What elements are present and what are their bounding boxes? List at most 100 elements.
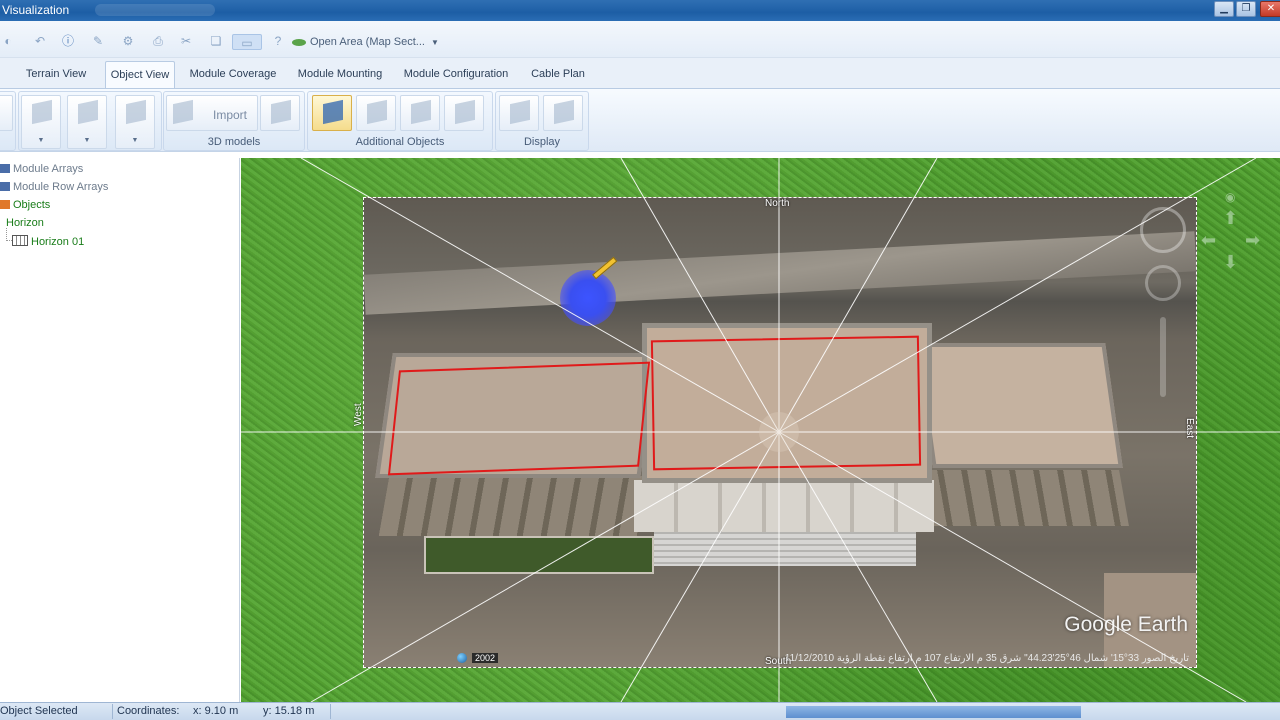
pan-left-icon[interactable]: ⬅ — [1201, 230, 1216, 251]
info-icon[interactable]: ⓘ — [60, 33, 76, 49]
title-bar: Visualization ▁ ❐ ✕ — [0, 0, 1280, 21]
panel-stack-icon — [367, 99, 387, 125]
tree-item-module-arrays[interactable]: Module Arrays — [0, 163, 83, 175]
open-area-label: Open Area (Map Sect... — [310, 36, 425, 48]
tree-item-label: Horizon 01 — [31, 236, 85, 248]
open-area-dropdown[interactable]: Open Area (Map Sect... ▼ — [292, 36, 439, 48]
group-label-3d-models: 3D models — [207, 136, 261, 148]
ribbon-tabs: Terrain View Object View Module Coverage… — [0, 58, 1280, 88]
tree-item-objects[interactable]: Objects — [0, 199, 50, 211]
viewport-pan-controls: ◉ ⬆ ⬅ ➡ ⬇ — [1201, 190, 1271, 280]
pan-right-icon[interactable]: ➡ — [1245, 230, 1260, 251]
module-icon — [126, 99, 146, 125]
selection-status: Object Selected — [0, 705, 78, 717]
tree-item-label: Module Arrays — [13, 163, 84, 175]
app-menu-icon[interactable]: ◐ — [0, 33, 16, 49]
wall-object-button[interactable]: ▼ — [67, 95, 107, 149]
module-object-button[interactable]: ▼ — [115, 95, 155, 149]
3d-model-icon — [271, 99, 291, 125]
close-icon: ✕ — [1266, 3, 1276, 14]
coordinate-x: x: 9.10 m — [193, 705, 239, 717]
ribbon-group-display: Display — [495, 91, 589, 151]
display-button-2[interactable] — [543, 95, 583, 131]
module-arrays-icon — [0, 164, 10, 173]
compass-east-label: East — [1184, 418, 1195, 439]
additional-object-button-3[interactable] — [400, 95, 440, 131]
tab-module-coverage[interactable]: Module Coverage — [188, 65, 278, 88]
quick-access-toolbar: ◐ ↶ ⓘ ✎ ⚙ ⎙ ✂ ❏ ▭ ? Open Area (Map Sect.… — [0, 21, 1280, 58]
map-leaf-icon — [292, 38, 306, 46]
tree-item-module-row-arrays[interactable]: Module Row Arrays — [0, 181, 108, 193]
view-toggle-button[interactable]: ▭ — [232, 34, 262, 50]
roof-object-button[interactable]: ▼ — [21, 95, 61, 149]
tab-cable-plan[interactable]: Cable Plan — [528, 65, 588, 88]
print-icon[interactable]: ⎙ — [150, 33, 166, 49]
tab-terrain-view[interactable]: Terrain View — [22, 65, 90, 88]
chevron-down-icon: ▼ — [431, 38, 439, 47]
close-button[interactable]: ✕ — [1260, 1, 1280, 17]
ribbon-button-partial[interactable] — [0, 95, 13, 131]
tab-object-view[interactable]: Object View — [105, 61, 175, 88]
import-icon — [173, 99, 193, 125]
group-label-display: Display — [523, 136, 561, 148]
panel-row-icon — [411, 99, 431, 125]
status-progress-area — [786, 706, 1081, 718]
roof-icon — [32, 99, 52, 125]
wall-icon — [78, 99, 98, 125]
ribbon-group-3d-models: Import 3D models — [163, 91, 305, 151]
coordinate-y: y: 15.18 m — [263, 705, 315, 717]
compass-south-label: South — [765, 656, 792, 667]
objects-icon — [0, 200, 10, 209]
horizon-01-icon — [12, 235, 28, 246]
help-icon[interactable]: ? — [270, 33, 286, 49]
maximize-icon: ❐ — [1241, 3, 1251, 14]
dropdown-arrow-icon: ▼ — [37, 137, 45, 144]
copy-icon[interactable]: ❏ — [208, 33, 224, 49]
undo-icon[interactable]: ↶ — [32, 33, 48, 49]
horizon-draw-button[interactable] — [312, 95, 352, 131]
ribbon: ▼ ▼ ▼ Import 3D models Additional Object… — [0, 88, 1280, 152]
pan-up-icon[interactable]: ⬆ — [1223, 208, 1238, 229]
reset-view-icon[interactable]: ◉ — [1225, 190, 1235, 204]
additional-object-button-4[interactable] — [444, 95, 484, 131]
import-label: Import — [213, 108, 248, 122]
settings-icon[interactable]: ⚙ — [120, 33, 136, 49]
paste-icon[interactable]: ✎ — [90, 33, 106, 49]
tools-icon[interactable]: ✂ — [178, 33, 194, 49]
ribbon-group-partial — [0, 91, 16, 151]
dropdown-arrow-icon: ▼ — [131, 137, 139, 144]
object-view-viewport[interactable]: Google Earth 2002 11/12/2010 تاريخ الصور… — [241, 158, 1280, 702]
horizon-spacer — [0, 218, 3, 227]
ribbon-group-additional-objects: Additional Objects — [307, 91, 493, 151]
additional-object-button-2[interactable] — [356, 95, 396, 131]
group-label-additional-objects: Additional Objects — [355, 136, 445, 148]
import-button[interactable]: Import — [166, 95, 258, 131]
coordinates-label: Coordinates: — [117, 705, 180, 717]
compass-west-label: West — [353, 403, 364, 426]
3d-model-button[interactable] — [260, 95, 300, 131]
module-row-arrays-icon — [0, 182, 10, 191]
display-panel-icon — [554, 99, 574, 125]
tree-item-horizon-01[interactable]: Horizon 01 — [12, 235, 84, 248]
display-3d-icon — [510, 99, 530, 125]
status-separator — [330, 704, 331, 719]
sun-ray-guides — [241, 158, 1280, 702]
window-title: Visualization — [2, 3, 70, 17]
tree-item-label: Module Row Arrays — [13, 181, 109, 193]
panel-field-icon — [455, 99, 475, 125]
minimize-icon: ▁ — [1220, 3, 1228, 14]
maximize-button[interactable]: ❐ — [1236, 1, 1256, 17]
horizon-draw-icon — [323, 99, 343, 125]
pan-down-icon[interactable]: ⬇ — [1223, 252, 1238, 273]
title-bar-blur — [95, 4, 215, 16]
object-tree: Module Arrays Module Row Arrays Objects … — [0, 158, 240, 702]
display-button-1[interactable] — [499, 95, 539, 131]
ribbon-group-objects: ▼ ▼ ▼ — [18, 91, 162, 151]
compass-north-label: North — [765, 198, 790, 209]
minimize-button[interactable]: ▁ — [1214, 1, 1234, 17]
dropdown-arrow-icon: ▼ — [83, 137, 91, 144]
tab-module-mounting[interactable]: Module Mounting — [295, 65, 385, 88]
status-bar: Object Selected Coordinates: x: 9.10 m y… — [0, 702, 1280, 720]
tree-item-label: Objects — [13, 199, 51, 211]
tab-module-configuration[interactable]: Module Configuration — [400, 65, 512, 88]
